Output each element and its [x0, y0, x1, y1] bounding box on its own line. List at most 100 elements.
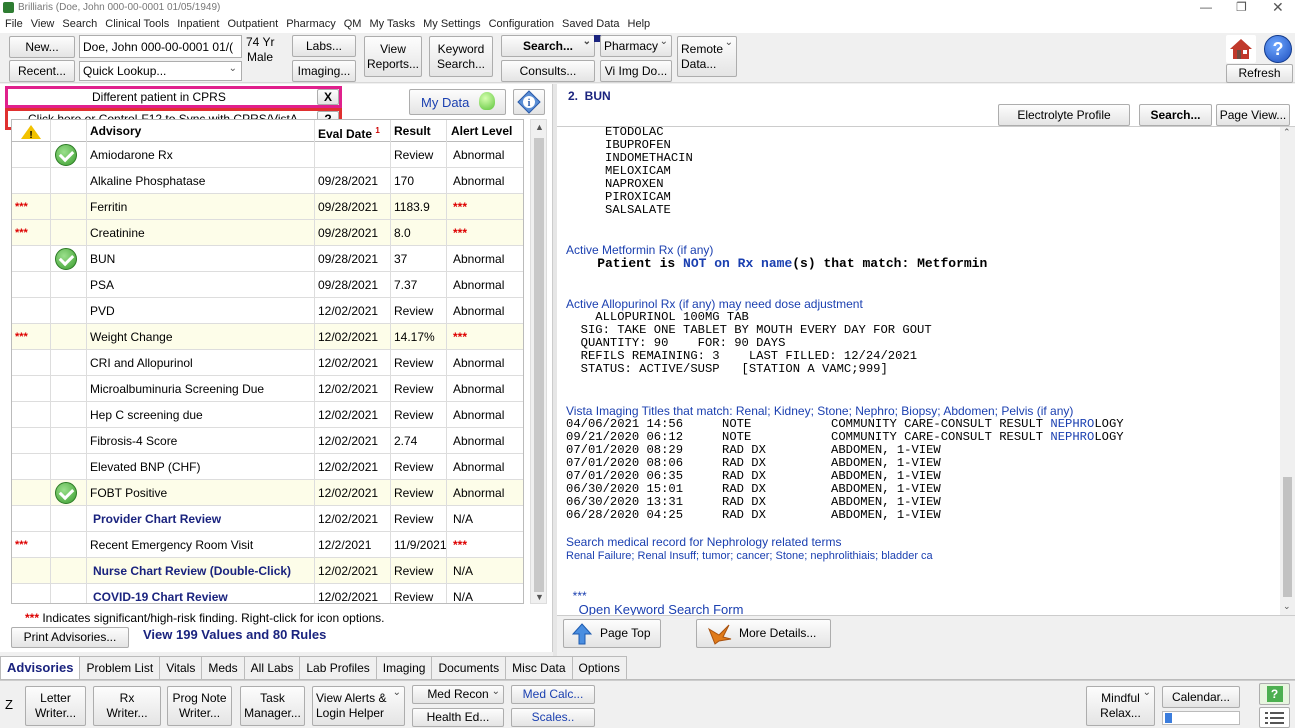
imaging-button[interactable]: Imaging...	[292, 60, 356, 82]
table-row[interactable]: CRI and Allopurinol 12/02/2021 Review Abnor…	[12, 350, 523, 376]
keyword-search-button[interactable]: Keyword Search...	[429, 36, 493, 77]
refresh-button[interactable]: Refresh	[1226, 64, 1293, 83]
table-row[interactable]: Hep C screening due 12/02/2021 Review Abnor…	[12, 402, 523, 428]
nephrology-search-title[interactable]: Search medical record for Nephrology rel…	[566, 536, 841, 549]
menu-item-view[interactable]: View	[31, 16, 55, 33]
page-top-button[interactable]: Page Top	[563, 619, 661, 648]
view-alerts-button[interactable]: View Alerts & Login Helper	[312, 686, 405, 726]
volume-slider-thumb[interactable]	[1165, 713, 1172, 723]
med-recon-button[interactable]: Med Recon	[412, 685, 504, 704]
warning-col-header[interactable]: !	[12, 120, 51, 142]
result-col-header[interactable]: Result	[391, 120, 447, 142]
info-icon[interactable]: i	[513, 89, 545, 115]
more-details-button[interactable]: More Details...	[696, 619, 831, 648]
help-icon[interactable]: ?	[1264, 35, 1292, 63]
menu-item-qm[interactable]: QM	[344, 16, 362, 33]
checkmark-icon[interactable]	[55, 248, 77, 270]
table-row[interactable]: BUN 09/28/2021 37 Abnormal	[12, 246, 523, 272]
detail-scroll-thumb[interactable]	[1283, 477, 1292, 597]
view-values-link[interactable]: View 199 Values and 80 Rules	[143, 627, 326, 642]
detail-search-button[interactable]: Search...	[1139, 104, 1212, 126]
table-row[interactable]: COVID-19 Chart Review 12/02/2021 Review N/A	[12, 584, 523, 603]
detail-scroll-down-icon[interactable]: ⌄	[1283, 601, 1291, 612]
menu-item-file[interactable]: File	[5, 16, 23, 33]
scroll-down-icon[interactable]: ▼	[535, 592, 544, 602]
tab-options[interactable]: Options	[571, 656, 627, 680]
close-window-icon[interactable]: ✕	[1272, 0, 1284, 16]
scroll-up-icon[interactable]: ▲	[535, 122, 544, 132]
table-row[interactable]: Provider Chart Review 12/02/2021 Review N/A	[12, 506, 523, 532]
consults-button[interactable]: Consults...	[501, 60, 595, 82]
print-advisories-button[interactable]: Print Advisories...	[11, 627, 129, 648]
house-icon[interactable]	[1226, 35, 1256, 63]
table-row[interactable]: Elevated BNP (CHF) 12/02/2021 Review Abnorm…	[12, 454, 523, 480]
menu-item-saved-data[interactable]: Saved Data	[562, 16, 619, 33]
table-row[interactable]: Alkaline Phosphatase 09/28/2021 170 Abnorma…	[12, 168, 523, 194]
close-banner-button[interactable]: X	[317, 89, 339, 105]
calendar-button[interactable]: Calendar...	[1162, 686, 1240, 708]
electrolyte-profile-button[interactable]: Electrolyte Profile	[998, 104, 1130, 126]
table-row[interactable]: *** Weight Change 12/02/2021 14.17% ***	[12, 324, 523, 350]
letter-writer-button[interactable]: Letter Writer...	[25, 686, 86, 726]
my-data-button[interactable]: My Data	[409, 89, 506, 115]
tab-documents[interactable]: Documents	[431, 656, 507, 680]
task-manager-button[interactable]: Task Manager...	[240, 686, 305, 726]
scales-button[interactable]: Scales..	[511, 708, 595, 727]
quick-lookup-select[interactable]: Quick Lookup... ⌄	[79, 61, 242, 81]
tab-meds[interactable]: Meds	[201, 656, 245, 680]
tab-all-labs[interactable]: All Labs	[243, 656, 301, 680]
alert-col-header[interactable]: Alert Level	[447, 120, 523, 142]
menu-item-pharmacy[interactable]: Pharmacy	[286, 16, 336, 33]
advisory-col-header[interactable]: Advisory	[87, 120, 315, 142]
detail-scroll-up-icon[interactable]: ⌃	[1283, 127, 1291, 138]
menu-item-inpatient[interactable]: Inpatient	[177, 16, 219, 33]
green-help-icon[interactable]: ?	[1259, 683, 1290, 705]
menu-item-help[interactable]: Help	[628, 16, 651, 33]
checkmark-icon[interactable]	[55, 144, 77, 166]
menu-item-outpatient[interactable]: Outpatient	[227, 16, 278, 33]
rx-writer-button[interactable]: Rx Writer...	[93, 686, 161, 726]
table-row[interactable]: *** Creatinine 09/28/2021 8.0 ***	[12, 220, 523, 246]
table-row[interactable]: FOBT Positive 12/02/2021 Review Abnormal	[12, 480, 523, 506]
tab-vitals[interactable]: Vitals	[159, 656, 203, 680]
table-row[interactable]: PSA 09/28/2021 7.37 Abnormal	[12, 272, 523, 298]
different-patient-banner[interactable]: Different patient in CPRS X	[5, 86, 342, 108]
tab-imaging[interactable]: Imaging	[375, 656, 433, 680]
restore-icon[interactable]: ❐	[1236, 0, 1247, 14]
tab-lab-profiles[interactable]: Lab Profiles	[299, 656, 377, 680]
med-calc-button[interactable]: Med Calc...	[511, 685, 595, 704]
volume-slider[interactable]	[1162, 711, 1240, 725]
menu-item-search[interactable]: Search	[62, 16, 97, 33]
detail-scrollbar[interactable]: ⌃ ⌄	[1280, 127, 1295, 615]
page-view-button[interactable]: Page View...	[1216, 104, 1290, 126]
health-ed-button[interactable]: Health Ed...	[412, 708, 504, 727]
view-reports-button[interactable]: View Reports...	[364, 36, 422, 77]
date-col-header[interactable]: Eval Date 1	[315, 120, 391, 142]
new-button[interactable]: New...	[9, 36, 75, 58]
vista-imaging-row[interactable]: 06/28/2020 04:25 RAD DX ABDOMEN, 1-VIEW	[566, 509, 1186, 522]
table-row[interactable]: Fibrosis-4 Score 12/02/2021 2.74 Abnormal	[12, 428, 523, 454]
table-row[interactable]: PVD 12/02/2021 Review Abnormal	[12, 298, 523, 324]
tab-advisories[interactable]: Advisories	[0, 656, 81, 680]
tab-misc-data[interactable]: Misc Data	[505, 656, 573, 680]
recent-button[interactable]: Recent...	[9, 60, 75, 82]
vi-img-doc-button[interactable]: Vi Img Do...	[600, 60, 672, 82]
table-row[interactable]: *** Ferritin 09/28/2021 1183.9 ***	[12, 194, 523, 220]
table-row[interactable]: Nurse Chart Review (Double-Click) 12/02/2…	[12, 558, 523, 584]
menu-item-clinical-tools[interactable]: Clinical Tools	[105, 16, 169, 33]
table-row[interactable]: Amiodarone Rx Review Abnormal	[12, 142, 523, 168]
tab-problem-list[interactable]: Problem List	[79, 656, 161, 680]
menu-item-configuration[interactable]: Configuration	[489, 16, 554, 33]
labs-button[interactable]: Labs...	[292, 35, 356, 57]
prog-note-writer-button[interactable]: Prog Note Writer...	[167, 686, 232, 726]
patient-field[interactable]: Doe, John 000-00-0001 01/(	[79, 35, 242, 58]
table-row[interactable]: *** Recent Emergency Room Visit 12/2/2021 1…	[12, 532, 523, 558]
table-row[interactable]: Microalbuminuria Screening Due 12/02/2021…	[12, 376, 523, 402]
pharmacy-button[interactable]: Pharmacy	[600, 35, 672, 57]
remote-data-button[interactable]: Remote Data...	[677, 36, 737, 77]
menu-item-my-settings[interactable]: My Settings	[423, 16, 480, 33]
advisory-scrollbar[interactable]: ▲ ▼	[530, 119, 547, 604]
search-button[interactable]: Search...	[501, 35, 595, 57]
menu-item-my-tasks[interactable]: My Tasks	[369, 16, 415, 33]
scroll-thumb[interactable]	[534, 138, 544, 592]
